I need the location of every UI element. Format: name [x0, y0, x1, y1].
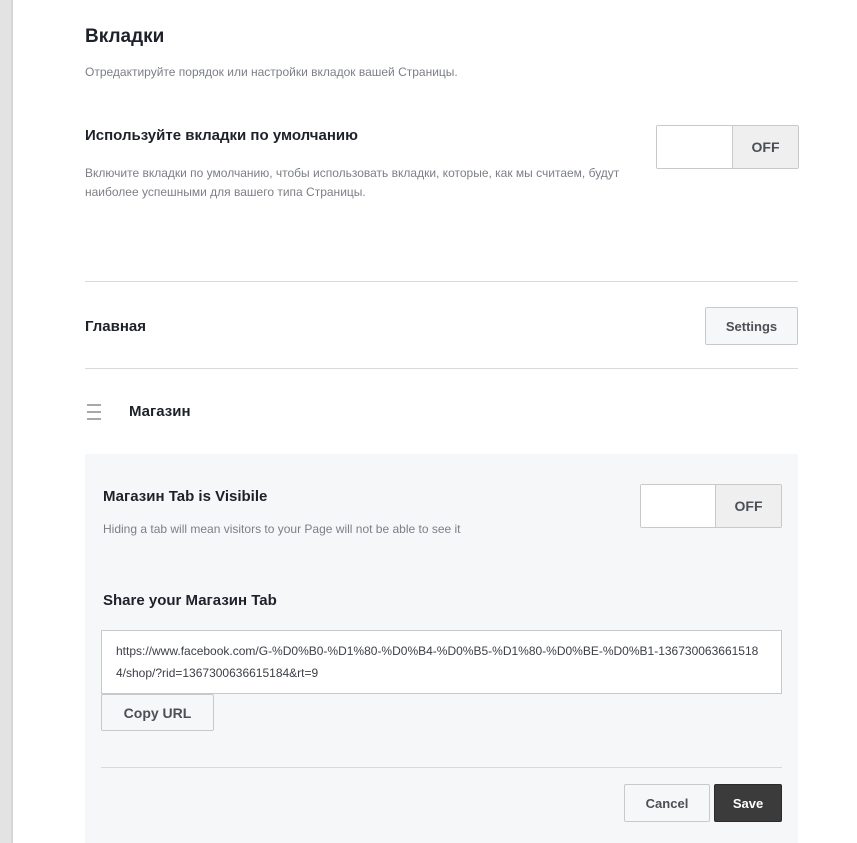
- share-tab-title: Share your Магазин Tab: [103, 592, 277, 609]
- default-tabs-toggle[interactable]: OFF: [656, 125, 799, 169]
- drag-line: [87, 418, 101, 420]
- drag-line: [87, 404, 101, 406]
- toggle-knob: [657, 126, 732, 168]
- section-divider: [85, 281, 798, 282]
- toggle-state-label: OFF: [715, 485, 781, 527]
- shop-visible-description: Hiding a tab will mean visitors to your …: [103, 522, 461, 536]
- toggle-knob: [641, 485, 715, 527]
- left-sidebar-rail: [0, 0, 13, 843]
- home-settings-button[interactable]: Settings: [705, 307, 798, 345]
- tabs-section-title: Вкладки: [85, 26, 165, 47]
- default-tabs-description: Включите вкладки по умолчанию, чтобы исп…: [85, 166, 620, 199]
- default-tabs-title: Используйте вкладки по умолчанию: [85, 127, 358, 144]
- cancel-button[interactable]: Cancel: [624, 784, 710, 822]
- hamburger-drag-icon[interactable]: [87, 404, 101, 420]
- copy-url-button[interactable]: Copy URL: [101, 694, 214, 731]
- tabs-section-description: Отредактируйте порядок или настройки вкл…: [85, 65, 458, 79]
- shop-visible-toggle[interactable]: OFF: [640, 484, 782, 528]
- shop-tab-settings-panel: Магазин Tab is Visibile Hiding a tab wil…: [85, 454, 798, 843]
- shop-visible-title: Магазин Tab is Visibile: [103, 488, 268, 505]
- share-url-field[interactable]: https://www.facebook.com/G-%D0%B0-%D1%80…: [101, 630, 782, 694]
- toggle-state-label: OFF: [732, 126, 798, 168]
- tab-shop-label: Магазин: [129, 403, 191, 420]
- panel-divider: [101, 767, 782, 768]
- section-divider: [85, 368, 798, 369]
- drag-line: [87, 411, 101, 413]
- save-button[interactable]: Save: [714, 784, 782, 822]
- tab-home-label: Главная: [85, 318, 147, 335]
